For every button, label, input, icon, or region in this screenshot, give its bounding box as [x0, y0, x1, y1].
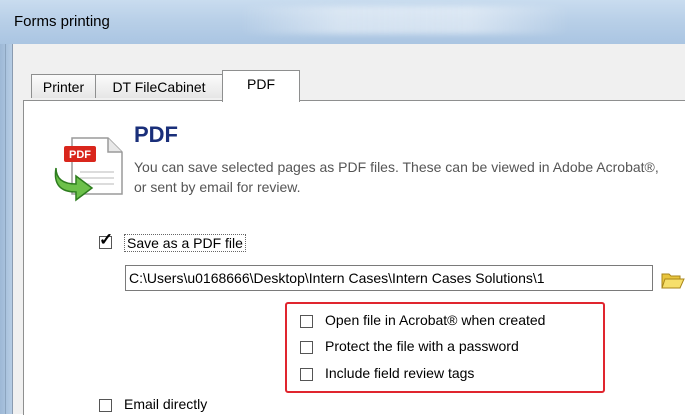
email-directly-checkbox[interactable]: [99, 399, 112, 412]
pdf-path-input[interactable]: C:\Users\u0168666\Desktop\Intern Cases\I…: [125, 265, 653, 291]
save-as-pdf-checkmark: ✓: [99, 230, 114, 249]
tab-pdf[interactable]: PDF: [222, 70, 300, 102]
window-frame: [0, 44, 12, 414]
tab-printer[interactable]: Printer: [31, 74, 95, 98]
pdf-logo-text: PDF: [69, 149, 91, 161]
tab-dt-filecabinet[interactable]: DT FileCabinet: [95, 74, 223, 98]
folder-open-icon[interactable]: [660, 268, 685, 292]
window-frame-edge: [5, 44, 6, 414]
window-title: Forms printing: [14, 13, 110, 30]
annotation-highlight-box: [285, 302, 605, 393]
section-description: You can save selected pages as PDF files…: [134, 159, 659, 195]
save-as-pdf-label[interactable]: Save as a PDF file: [124, 234, 246, 252]
email-directly-label[interactable]: Email directly: [124, 396, 207, 412]
pdf-arrow-icon: PDF: [52, 132, 130, 202]
section-title: PDF: [134, 122, 178, 147]
